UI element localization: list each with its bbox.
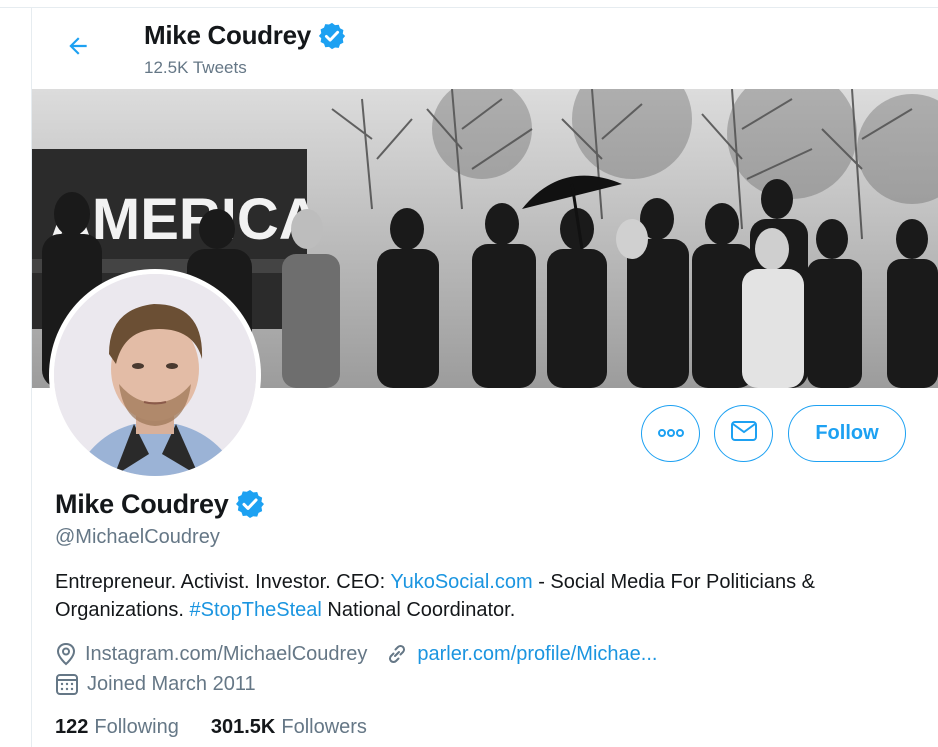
bio-hashtag-stopthesteal[interactable]: #StopTheSteal	[190, 599, 322, 621]
location-pin-icon	[55, 642, 77, 666]
more-dots-icon	[657, 425, 685, 443]
envelope-icon	[730, 419, 758, 448]
profile-bio: Entrepreneur. Activist. Investor. CEO: Y…	[55, 568, 915, 624]
profile-joined-date: Joined March 2011	[87, 672, 256, 695]
link-icon	[385, 642, 409, 666]
profile-website-group: parler.com/profile/Michae...	[385, 642, 657, 666]
profile-page: Mike Coudrey 12.5K Tweets AMERICA Follow…	[0, 0, 938, 747]
bio-text-3: National Coordinator.	[321, 599, 516, 621]
profile-joined-row: Joined March 2011	[55, 672, 256, 696]
profile-handle: @MichaelCoudrey	[55, 526, 220, 548]
calendar-icon	[55, 672, 79, 696]
tweet-count: 12.5K Tweets	[144, 58, 247, 77]
profile-website-link[interactable]: parler.com/profile/Michae...	[417, 643, 657, 666]
followers-stat[interactable]: 301.5K Followers	[211, 716, 367, 739]
verified-badge-icon	[317, 21, 347, 51]
profile-header: Mike Coudrey 12.5K Tweets	[32, 8, 938, 89]
more-button[interactable]	[641, 405, 700, 462]
profile-stats: 122 Following 301.5K Followers	[55, 716, 399, 739]
profile-name: Mike Coudrey	[55, 488, 229, 519]
header-name-row: Mike Coudrey	[144, 20, 347, 51]
bio-text-1: Entrepreneur. Activist. Investor. CEO:	[55, 571, 391, 593]
header-name: Mike Coudrey	[144, 20, 311, 50]
verified-badge-icon	[234, 488, 266, 520]
arrow-left-icon	[65, 33, 91, 64]
followers-count: 301.5K	[210, 716, 276, 738]
profile-location: Instagram.com/MichaelCoudrey	[85, 642, 368, 665]
avatar[interactable]	[54, 274, 256, 476]
follow-button[interactable]: Follow	[788, 405, 906, 462]
following-stat[interactable]: 122 Following	[55, 716, 179, 739]
following-label: Following	[94, 716, 179, 738]
profile-meta-row: Instagram.com/MichaelCoudrey parler.com/…	[55, 642, 657, 666]
following-count: 122	[55, 716, 89, 738]
back-button[interactable]	[60, 30, 96, 66]
followers-label: Followers	[281, 716, 367, 738]
message-button[interactable]	[714, 405, 773, 462]
bio-link-yukosocial[interactable]: YukoSocial.com	[390, 571, 532, 593]
profile-name-row: Mike Coudrey	[55, 488, 266, 520]
